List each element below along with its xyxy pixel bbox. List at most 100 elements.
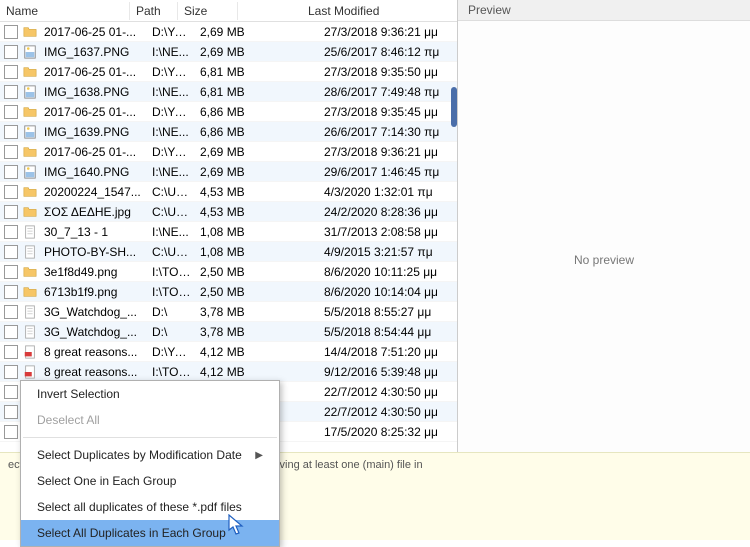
col-last-modified[interactable]: Last Modified [302,2,457,20]
cell-path: D:\ [148,325,196,339]
cell-path: C:\Use... [148,185,196,199]
preview-header: Preview [458,0,750,21]
cell-date: 17/5/2020 8:25:32 μμ [320,425,457,439]
row-checkbox[interactable] [4,265,18,279]
row-checkbox[interactable] [4,85,18,99]
cell-date: 4/3/2020 1:32:01 πμ [320,185,457,199]
cell-name: 8 great reasons... [40,365,148,379]
row-checkbox[interactable] [4,25,18,39]
row-checkbox[interactable] [4,385,18,399]
table-row[interactable]: IMG_1639.PNGI:\NE...6,86 MB26/6/2017 7:1… [0,122,457,142]
table-row[interactable]: 3e1f8d49.pngI:\TOT...2,50 MB8/6/2020 10:… [0,262,457,282]
cell-name: ΣΟΣ ΔΕΔΗΕ.jpg [40,205,148,219]
cell-date: 26/6/2017 7:14:30 πμ [320,125,457,139]
menu-select-by-date[interactable]: Select Duplicates by Modification Date ▶ [21,442,279,468]
col-path[interactable]: Path [130,2,178,20]
cell-size: 2,50 MB [196,285,256,299]
row-checkbox[interactable] [4,185,18,199]
cell-size: 2,69 MB [196,45,256,59]
pdf-icon [22,344,38,360]
cell-date: 14/4/2018 7:51:20 μμ [320,345,457,359]
folder-icon [22,104,38,120]
cell-size: 4,53 MB [196,185,256,199]
menu-select-all-duplicates-each-group[interactable]: Select All Duplicates in Each Group [21,520,279,546]
cell-date: 31/7/2013 2:08:58 μμ [320,225,457,239]
cell-path: I:\TOT... [148,365,196,379]
row-checkbox[interactable] [4,65,18,79]
row-checkbox[interactable] [4,285,18,299]
menu-invert-selection[interactable]: Invert Selection [21,381,279,407]
cell-date: 28/6/2017 7:49:48 πμ [320,85,457,99]
cell-size: 2,69 MB [196,165,256,179]
cell-size: 3,78 MB [196,325,256,339]
row-checkbox[interactable] [4,425,18,439]
row-checkbox[interactable] [4,305,18,319]
row-checkbox[interactable] [4,145,18,159]
row-checkbox[interactable] [4,365,18,379]
col-spacer [238,9,302,13]
table-row[interactable]: 8 great reasons...I:\TOT...4,12 MB9/12/2… [0,362,457,382]
table-row[interactable]: IMG_1638.PNGI:\NE...6,81 MB28/6/2017 7:4… [0,82,457,102]
table-row[interactable]: 20200224_1547...C:\Use...4,53 MB4/3/2020… [0,182,457,202]
cell-path: D:\Yan... [148,65,196,79]
submenu-arrow-icon: ▶ [255,450,263,461]
row-checkbox[interactable] [4,205,18,219]
row-checkbox[interactable] [4,105,18,119]
table-row[interactable]: ΣΟΣ ΔΕΔΗΕ.jpgC:\Use...4,53 MB24/2/2020 8… [0,202,457,222]
cell-name: 6713b1f9.png [40,285,148,299]
menu-select-all-pdf[interactable]: Select all duplicates of these *.pdf fil… [21,494,279,520]
cell-date: 22/7/2012 4:30:50 μμ [320,385,457,399]
menu-select-by-date-label: Select Duplicates by Modification Date [37,448,242,462]
col-size[interactable]: Size [178,2,238,20]
row-checkbox[interactable] [4,125,18,139]
row-checkbox[interactable] [4,45,18,59]
menu-select-one-each[interactable]: Select One in Each Group [21,468,279,494]
table-row[interactable]: IMG_1637.PNGI:\NE...2,69 MB25/6/2017 8:4… [0,42,457,62]
cell-size: 4,12 MB [196,345,256,359]
folder-icon [22,284,38,300]
cell-size: 1,08 MB [196,245,256,259]
scrollbar-thumb[interactable] [451,87,457,127]
row-checkbox[interactable] [4,165,18,179]
table-row[interactable]: 2017-06-25 01-...D:\Yan...2,69 MB27/3/20… [0,142,457,162]
table-row[interactable]: 2017-06-25 01-...D:\Yan...6,81 MB27/3/20… [0,62,457,82]
table-row[interactable]: 30_7_13 - 1I:\NE...1,08 MB31/7/2013 2:08… [0,222,457,242]
table-row[interactable]: 8 great reasons...D:\Yan...4,12 MB14/4/2… [0,342,457,362]
file-icon [22,244,38,260]
table-row[interactable]: 6713b1f9.pngI:\TOT...2,50 MB8/6/2020 10:… [0,282,457,302]
table-row[interactable]: 2017-06-25 01-...D:\Yan...2,69 MB27/3/20… [0,22,457,42]
cell-size: 6,86 MB [196,125,256,139]
cell-path: I:\NE... [148,165,196,179]
row-checkbox[interactable] [4,325,18,339]
cell-path: C:\Use... [148,205,196,219]
table-row[interactable]: 3G_Watchdog_...D:\3,78 MB5/5/2018 8:55:2… [0,302,457,322]
cell-path: I:\TOT... [148,265,196,279]
cell-name: 2017-06-25 01-... [40,105,148,119]
table-row[interactable]: IMG_1640.PNGI:\NE...2,69 MB29/6/2017 1:4… [0,162,457,182]
cell-name: PHOTO-BY-SH... [40,245,148,259]
table-header: Name Path Size Last Modified [0,0,457,22]
row-checkbox[interactable] [4,405,18,419]
row-checkbox[interactable] [4,345,18,359]
folder-icon [22,264,38,280]
cell-name: 3G_Watchdog_... [40,305,148,319]
cell-size: 3,78 MB [196,305,256,319]
row-checkbox[interactable] [4,245,18,259]
table-row[interactable]: 2017-06-25 01-...D:\Yan...6,86 MB27/3/20… [0,102,457,122]
table-row[interactable]: PHOTO-BY-SH...C:\Use...1,08 MB4/9/2015 3… [0,242,457,262]
cell-name: 30_7_13 - 1 [40,225,148,239]
row-checkbox[interactable] [4,225,18,239]
cell-path: D:\ [148,305,196,319]
cell-date: 27/3/2018 9:36:21 μμ [320,25,457,39]
file-icon [22,224,38,240]
col-name[interactable]: Name [0,2,130,20]
cell-path: D:\Yan... [148,105,196,119]
cell-size: 2,69 MB [196,25,256,39]
cell-path: C:\Use... [148,245,196,259]
cell-date: 22/7/2012 4:30:50 μμ [320,405,457,419]
png-icon [22,164,38,180]
cell-date: 27/3/2018 9:35:45 μμ [320,105,457,119]
cell-name: 3e1f8d49.png [40,265,148,279]
cell-date: 29/6/2017 1:46:45 πμ [320,165,457,179]
table-row[interactable]: 3G_Watchdog_...D:\3,78 MB5/5/2018 8:54:4… [0,322,457,342]
